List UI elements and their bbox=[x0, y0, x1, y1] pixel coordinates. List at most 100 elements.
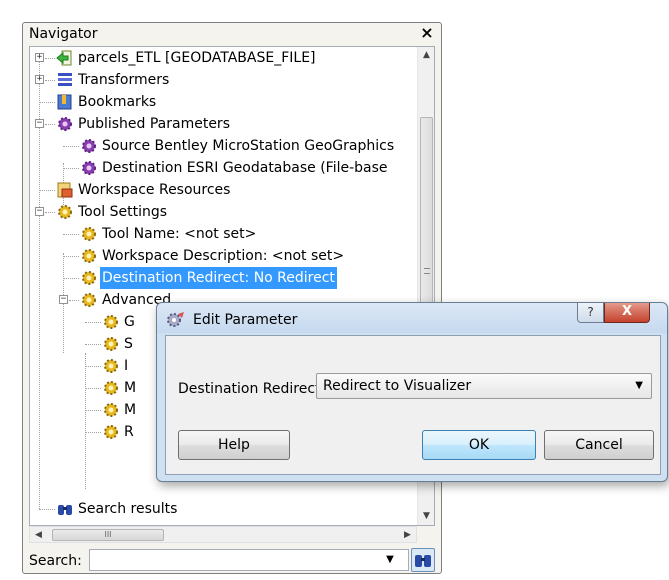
selected-option: Redirect to Visualizer bbox=[323, 378, 472, 394]
tree-connector bbox=[45, 212, 55, 213]
destination-redirect-label: Destination Redirect: bbox=[178, 381, 326, 397]
tree-connector bbox=[63, 146, 79, 147]
gear-yellow-icon bbox=[104, 403, 118, 417]
navigator-panel: Navigator × + parcels_ETL [GEODATABASE_F… bbox=[22, 22, 442, 574]
expand-icon[interactable]: + bbox=[35, 75, 44, 84]
destination-redirect-select[interactable]: Redirect to Visualizer ▼ bbox=[316, 373, 652, 399]
gear-yellow-icon bbox=[104, 381, 118, 395]
tree-connector bbox=[85, 322, 101, 323]
gear-yellow-icon bbox=[104, 315, 118, 329]
tree-connector bbox=[39, 190, 55, 191]
tree-connector bbox=[45, 58, 55, 59]
gear-yellow-icon bbox=[82, 293, 96, 307]
tree-connector bbox=[85, 366, 101, 367]
tree-connector bbox=[85, 344, 101, 345]
collapse-icon[interactable]: − bbox=[59, 295, 68, 304]
tree-connector bbox=[63, 234, 79, 235]
edit-parameter-dialog: Edit Parameter ? X Destination Redirect:… bbox=[156, 302, 668, 482]
tree-connector bbox=[45, 80, 55, 81]
tree-item-workspace-description[interactable]: Workspace Description: <not set> bbox=[30, 245, 420, 267]
gear-icon bbox=[82, 161, 96, 175]
ok-button[interactable]: OK bbox=[422, 430, 536, 460]
search-input[interactable] bbox=[89, 549, 409, 571]
tree-item-label: Destination Redirect: No Redirect bbox=[100, 267, 337, 289]
tree-connector bbox=[45, 124, 55, 125]
gear-yellow-icon bbox=[82, 227, 96, 241]
green-arrow-icon bbox=[56, 50, 72, 66]
tree-connector bbox=[39, 509, 55, 510]
tree-item-label: Transformers bbox=[78, 72, 170, 88]
tree-connector bbox=[63, 278, 79, 279]
tree-connector bbox=[85, 388, 101, 389]
bookmark-icon bbox=[57, 94, 72, 110]
search-label: Search: bbox=[29, 553, 82, 569]
tree-item-search-results[interactable]: Search results bbox=[30, 498, 420, 520]
close-icon[interactable]: × bbox=[419, 24, 435, 42]
tree-item-bookmarks[interactable]: Bookmarks bbox=[30, 91, 420, 113]
tree-connector bbox=[63, 168, 79, 169]
grip-icon bbox=[424, 268, 430, 274]
collapse-icon[interactable]: − bbox=[35, 207, 44, 216]
chevron-down-icon[interactable]: ▼ bbox=[375, 550, 405, 570]
gear-yellow-icon bbox=[58, 205, 72, 219]
tree-item-label: R bbox=[124, 424, 134, 440]
tree-item-label: Published Parameters bbox=[78, 116, 230, 132]
dialog-titlebar[interactable]: Edit Parameter ? X bbox=[157, 303, 667, 333]
tree-item-tool-settings[interactable]: − Tool Settings bbox=[30, 201, 420, 223]
scroll-up-icon[interactable]: ▲ bbox=[418, 47, 434, 64]
expand-icon[interactable]: + bbox=[35, 53, 44, 62]
tree-item-label: Source Bentley MicroStation GeoGraphics bbox=[102, 138, 395, 154]
tree-item-tool-name[interactable]: Tool Name: <not set> bbox=[30, 223, 420, 245]
scroll-down-icon[interactable]: ▼ bbox=[418, 508, 434, 525]
tree-connector bbox=[63, 256, 79, 257]
resources-icon bbox=[57, 182, 73, 198]
gear-yellow-icon bbox=[82, 271, 96, 285]
tree-item-label: Tool Name: <not set> bbox=[102, 226, 257, 242]
tree-item-label: I bbox=[124, 358, 129, 374]
collapse-icon[interactable]: − bbox=[35, 119, 44, 128]
tree-item-label: Workspace Description: <not set> bbox=[102, 248, 345, 264]
cancel-button[interactable]: Cancel bbox=[544, 430, 654, 460]
tree-item-label: parcels_ETL [GEODATABASE_FILE] bbox=[78, 50, 316, 66]
gear-yellow-icon bbox=[82, 249, 96, 263]
tree-item-published-parameters[interactable]: − Published Parameters bbox=[30, 113, 420, 135]
gear-icon bbox=[58, 117, 72, 131]
tree-item-label: Workspace Resources bbox=[78, 182, 231, 198]
tree-connector bbox=[85, 432, 101, 433]
tree-item-destination-parameter[interactable]: Destination ESRI Geodatabase (File-base bbox=[30, 157, 420, 179]
transformers-icon bbox=[58, 73, 72, 86]
gear-yellow-icon bbox=[104, 359, 118, 373]
tree-item-label: G bbox=[124, 314, 135, 330]
horizontal-scrollbar[interactable]: ◀ III ▶ bbox=[29, 526, 417, 543]
help-button[interactable]: Help bbox=[178, 430, 290, 460]
chevron-down-icon: ▼ bbox=[635, 380, 643, 391]
dialog-title: Edit Parameter bbox=[193, 312, 298, 328]
dialog-body: Destination Redirect: Redirect to Visual… bbox=[165, 335, 661, 475]
tree-item-transformers[interactable]: + Transformers bbox=[30, 69, 420, 91]
tree-connector bbox=[69, 300, 79, 301]
tree-item-label: M bbox=[124, 380, 137, 396]
tree-item-label: M bbox=[124, 402, 137, 418]
gear-yellow-icon bbox=[104, 337, 118, 351]
tree-item-source-parameter[interactable]: Source Bentley MicroStation GeoGraphics bbox=[30, 135, 420, 157]
binoculars-icon bbox=[58, 505, 72, 515]
parameter-icon bbox=[167, 312, 184, 327]
tree-item-destination-redirect[interactable]: Destination Redirect: No Redirect bbox=[30, 267, 420, 289]
scrollbar-thumb[interactable]: III bbox=[52, 529, 164, 541]
search-button[interactable] bbox=[411, 548, 435, 572]
tree-connector bbox=[85, 410, 101, 411]
tree-item-label: Search results bbox=[78, 501, 178, 517]
tree-item-label: Bookmarks bbox=[78, 94, 157, 110]
tree-item-workspace-resources[interactable]: Workspace Resources bbox=[30, 179, 420, 201]
scroll-right-icon[interactable]: ▶ bbox=[399, 527, 416, 544]
gear-icon bbox=[82, 139, 96, 153]
tree-item-parcels-etl[interactable]: + parcels_ETL [GEODATABASE_FILE] bbox=[30, 47, 420, 69]
navigator-title: Navigator bbox=[29, 26, 98, 42]
gear-yellow-icon bbox=[104, 425, 118, 439]
scroll-left-icon[interactable]: ◀ bbox=[30, 527, 47, 544]
tree-item-label: Destination ESRI Geodatabase (File-base bbox=[102, 160, 388, 176]
close-button[interactable]: X bbox=[604, 303, 650, 323]
help-icon[interactable]: ? bbox=[577, 303, 604, 323]
tree-item-label: S bbox=[124, 336, 133, 352]
binoculars-icon bbox=[415, 555, 431, 567]
